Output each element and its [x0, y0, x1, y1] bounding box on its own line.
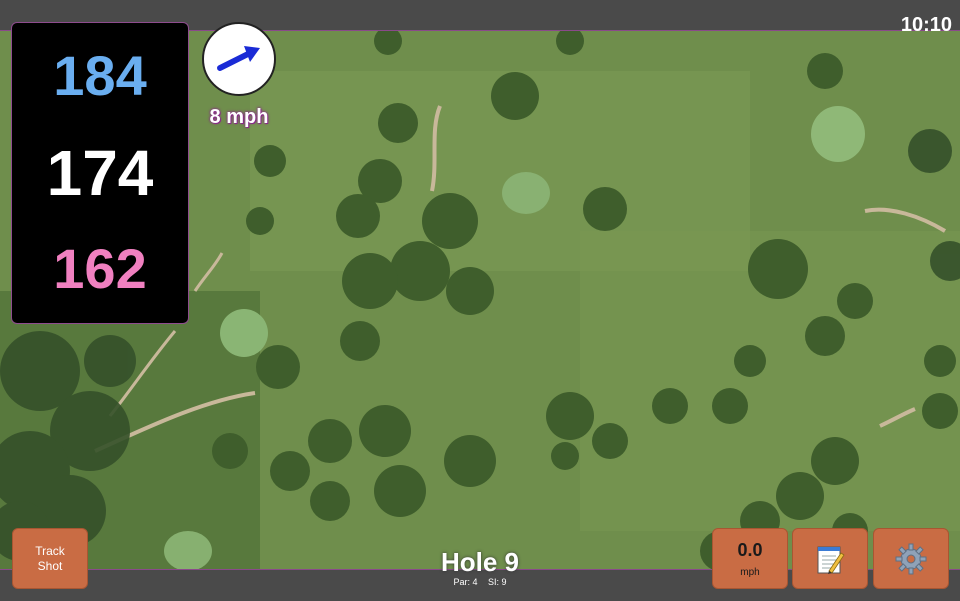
track-shot-button[interactable]: Track Shot: [12, 528, 88, 589]
wind-arrow-icon: [217, 46, 260, 71]
track-shot-label-line1: Track: [35, 544, 65, 559]
scorecard-notes-button[interactable]: [792, 528, 868, 589]
middle-yardage: 174: [46, 137, 154, 209]
speed-unit: mph: [740, 566, 760, 578]
yardage-panel: 184 174 162: [11, 22, 189, 324]
notepad-icon: [817, 546, 845, 574]
wind-direction-dial: [202, 22, 276, 96]
track-shot-label-line2: Shot: [37, 558, 63, 573]
hole-title: Hole 9: [440, 547, 520, 577]
hole-meta: Par: 4 SI: 9: [380, 577, 580, 587]
speed-button[interactable]: 0.0 mph: [712, 528, 788, 589]
front-yardage: 162: [53, 237, 147, 300]
wind-speed: 8 mph: [209, 106, 269, 128]
gear-icon: [895, 543, 927, 574]
hole-stroke-index: SI: 9: [488, 577, 507, 587]
settings-button[interactable]: [873, 528, 949, 589]
clock: 10:10: [900, 14, 952, 36]
hole-par: Par: 4: [453, 577, 478, 587]
speed-value: 0.0: [737, 539, 763, 560]
back-yardage: 184: [53, 44, 147, 107]
